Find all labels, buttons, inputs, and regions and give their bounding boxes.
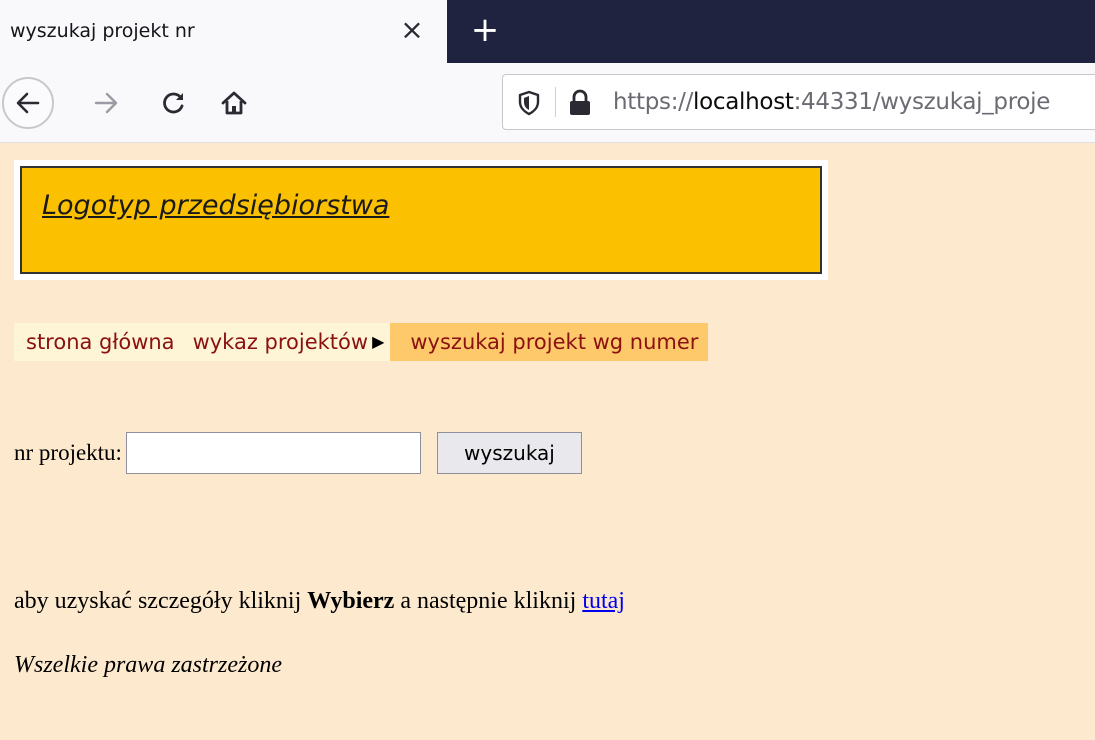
logo-text: Logotyp przedsiębiorstwa (42, 190, 390, 221)
tab-close-icon[interactable]: × (398, 14, 426, 46)
logo-frame: Logotyp przedsiębiorstwa (14, 160, 828, 280)
company-logo: Logotyp przedsiębiorstwa (20, 166, 822, 274)
shield-icon[interactable] (517, 90, 541, 116)
browser-tab[interactable]: wyszukaj projekt nr × (0, 0, 447, 63)
back-arrow-icon (16, 92, 40, 114)
tab-strip: wyszukaj projekt nr × + (0, 0, 1095, 63)
details-link[interactable]: tutaj (582, 588, 625, 614)
reload-button[interactable] (148, 77, 200, 129)
url-host: localhost (693, 89, 794, 115)
info-text-before: aby uzyskać szczegóły kliknij (14, 588, 308, 614)
address-bar[interactable]: https://localhost:44331/wyszukaj_proje (502, 74, 1095, 130)
forward-button[interactable] (80, 77, 132, 129)
home-icon (221, 91, 247, 115)
project-number-input[interactable] (125, 432, 421, 474)
back-button[interactable] (2, 77, 54, 129)
breadcrumb-projects-link[interactable]: wykaz projektów (192, 323, 373, 361)
breadcrumb: strona główna wykaz projektów ▶ wyszukaj… (14, 323, 709, 361)
breadcrumb-current: wyszukaj projekt wg numer (390, 323, 709, 361)
home-button[interactable] (208, 77, 260, 129)
info-text-bold: Wybierz (307, 588, 395, 614)
address-bar-separator (555, 87, 556, 117)
breadcrumb-arrow-icon: ▶ (372, 323, 391, 361)
navigation-toolbar: https://localhost:44331/wyszukaj_proje (0, 63, 1095, 143)
info-text: aby uzyskać szczegóły kliknij Wybierz a … (14, 588, 625, 615)
breadcrumb-home-link[interactable]: strona główna (14, 323, 193, 361)
url-path: :44331/wyszukaj_proje (793, 89, 1051, 115)
project-number-label: nr projektu: (14, 440, 122, 465)
reload-icon (163, 92, 184, 114)
url-text[interactable]: https://localhost:44331/wyszukaj_proje (613, 89, 1050, 115)
tab-title: wyszukaj projekt nr (10, 20, 195, 42)
url-prefix: https:// (613, 89, 694, 115)
info-text-middle: a następnie kliknij (394, 588, 583, 614)
new-tab-icon[interactable]: + (468, 10, 502, 50)
lock-icon[interactable] (567, 89, 593, 117)
search-button[interactable]: wyszukaj (436, 432, 582, 474)
forward-arrow-icon (94, 92, 118, 114)
search-form: nr projektu: wyszukaj (14, 432, 582, 474)
footer-copyright: Wszelkie prawa zastrzeżone (14, 652, 282, 678)
